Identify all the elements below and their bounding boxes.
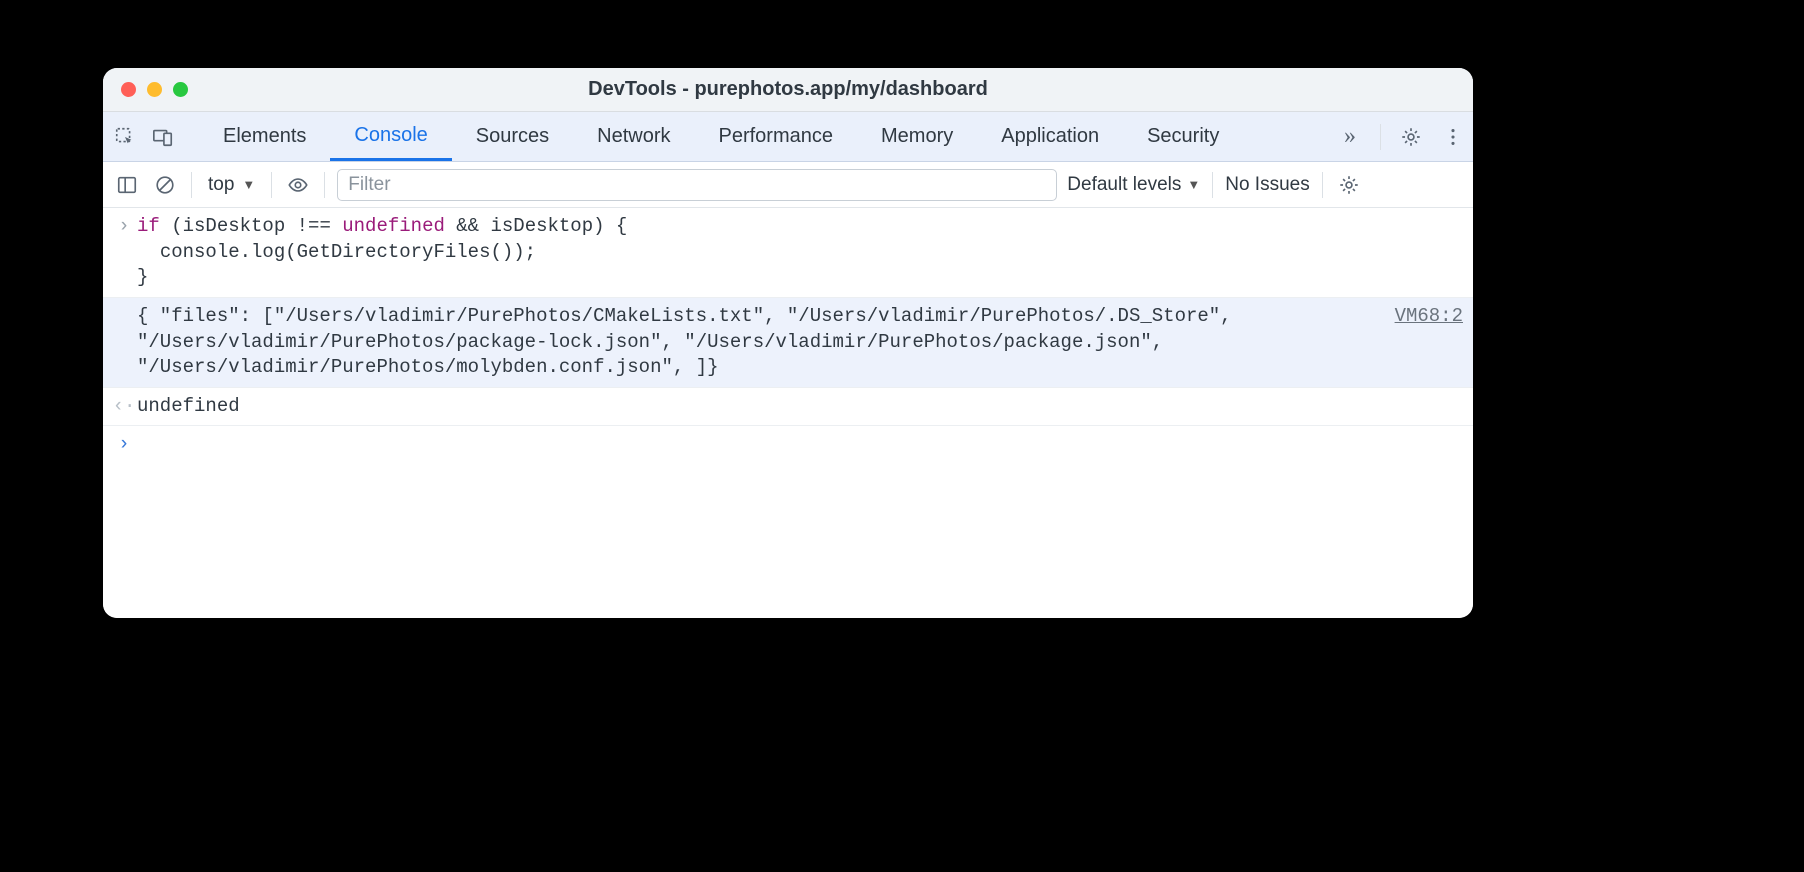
console-log-row: { "files": ["/Users/vladimir/PurePhotos/… bbox=[103, 298, 1473, 388]
console-output[interactable]: › if (isDesktop !== undefined && isDeskt… bbox=[103, 208, 1473, 618]
divider bbox=[1212, 172, 1213, 198]
divider bbox=[1322, 172, 1323, 198]
divider bbox=[324, 172, 325, 198]
console-return-row: ‹· undefined bbox=[103, 388, 1473, 427]
input-code: if (isDesktop !== undefined && isDesktop… bbox=[137, 214, 1463, 291]
issues-button[interactable]: No Issues bbox=[1225, 174, 1309, 196]
settings-gear-icon[interactable] bbox=[1397, 123, 1425, 151]
window-title: DevTools - purephotos.app/my/dashboard bbox=[103, 78, 1473, 101]
tab-application[interactable]: Application bbox=[977, 112, 1123, 161]
prompt-marker-icon: › bbox=[111, 432, 137, 458]
tab-performance[interactable]: Performance bbox=[695, 112, 858, 161]
context-label: top bbox=[208, 174, 234, 196]
divider bbox=[191, 172, 192, 198]
levels-label: Default levels bbox=[1067, 174, 1181, 196]
close-window-icon[interactable] bbox=[121, 82, 136, 97]
more-menu-icon[interactable] bbox=[1439, 123, 1467, 151]
return-value: undefined bbox=[137, 394, 1463, 420]
clear-console-icon[interactable] bbox=[151, 171, 179, 199]
tab-sources[interactable]: Sources bbox=[452, 112, 573, 161]
titlebar: DevTools - purephotos.app/my/dashboard bbox=[103, 68, 1473, 112]
return-marker-icon: ‹· bbox=[111, 394, 137, 420]
input-marker-icon: › bbox=[111, 214, 137, 291]
log-marker bbox=[111, 304, 137, 381]
console-prompt-row[interactable]: › bbox=[103, 426, 1473, 464]
toggle-sidebar-icon[interactable] bbox=[113, 171, 141, 199]
log-levels-selector[interactable]: Default levels ▼ bbox=[1067, 174, 1200, 196]
chevron-down-icon: ▼ bbox=[1187, 177, 1200, 192]
console-toolbar: top ▼ Default levels ▼ No Issues bbox=[103, 162, 1473, 208]
chevron-double-right-icon: » bbox=[1344, 123, 1356, 150]
context-selector[interactable]: top ▼ bbox=[204, 174, 259, 196]
device-toolbar-icon[interactable] bbox=[149, 123, 177, 151]
minimize-window-icon[interactable] bbox=[147, 82, 162, 97]
filter-input[interactable] bbox=[337, 169, 1057, 201]
console-input-row: › if (isDesktop !== undefined && isDeskt… bbox=[103, 208, 1473, 298]
more-tabs-icon[interactable]: » bbox=[1336, 123, 1364, 151]
inspect-element-icon[interactable] bbox=[111, 123, 139, 151]
tab-network[interactable]: Network bbox=[573, 112, 694, 161]
devtools-window: DevTools - purephotos.app/my/dashboard E… bbox=[103, 68, 1473, 618]
window-controls bbox=[121, 82, 188, 97]
divider bbox=[271, 172, 272, 198]
maximize-window-icon[interactable] bbox=[173, 82, 188, 97]
tab-console[interactable]: Console bbox=[330, 112, 451, 161]
tab-elements[interactable]: Elements bbox=[199, 112, 330, 161]
log-text: { "files": ["/Users/vladimir/PurePhotos/… bbox=[137, 304, 1383, 381]
log-source-link[interactable]: VM68:2 bbox=[1395, 304, 1463, 381]
chevron-down-icon: ▼ bbox=[242, 177, 255, 192]
tab-security[interactable]: Security bbox=[1123, 112, 1243, 161]
console-settings-gear-icon[interactable] bbox=[1335, 171, 1363, 199]
divider bbox=[1380, 124, 1381, 150]
live-expression-eye-icon[interactable] bbox=[284, 171, 312, 199]
panel-tabs: Elements Console Sources Network Perform… bbox=[199, 112, 1243, 161]
tab-memory[interactable]: Memory bbox=[857, 112, 977, 161]
main-tabbar: Elements Console Sources Network Perform… bbox=[103, 112, 1473, 162]
